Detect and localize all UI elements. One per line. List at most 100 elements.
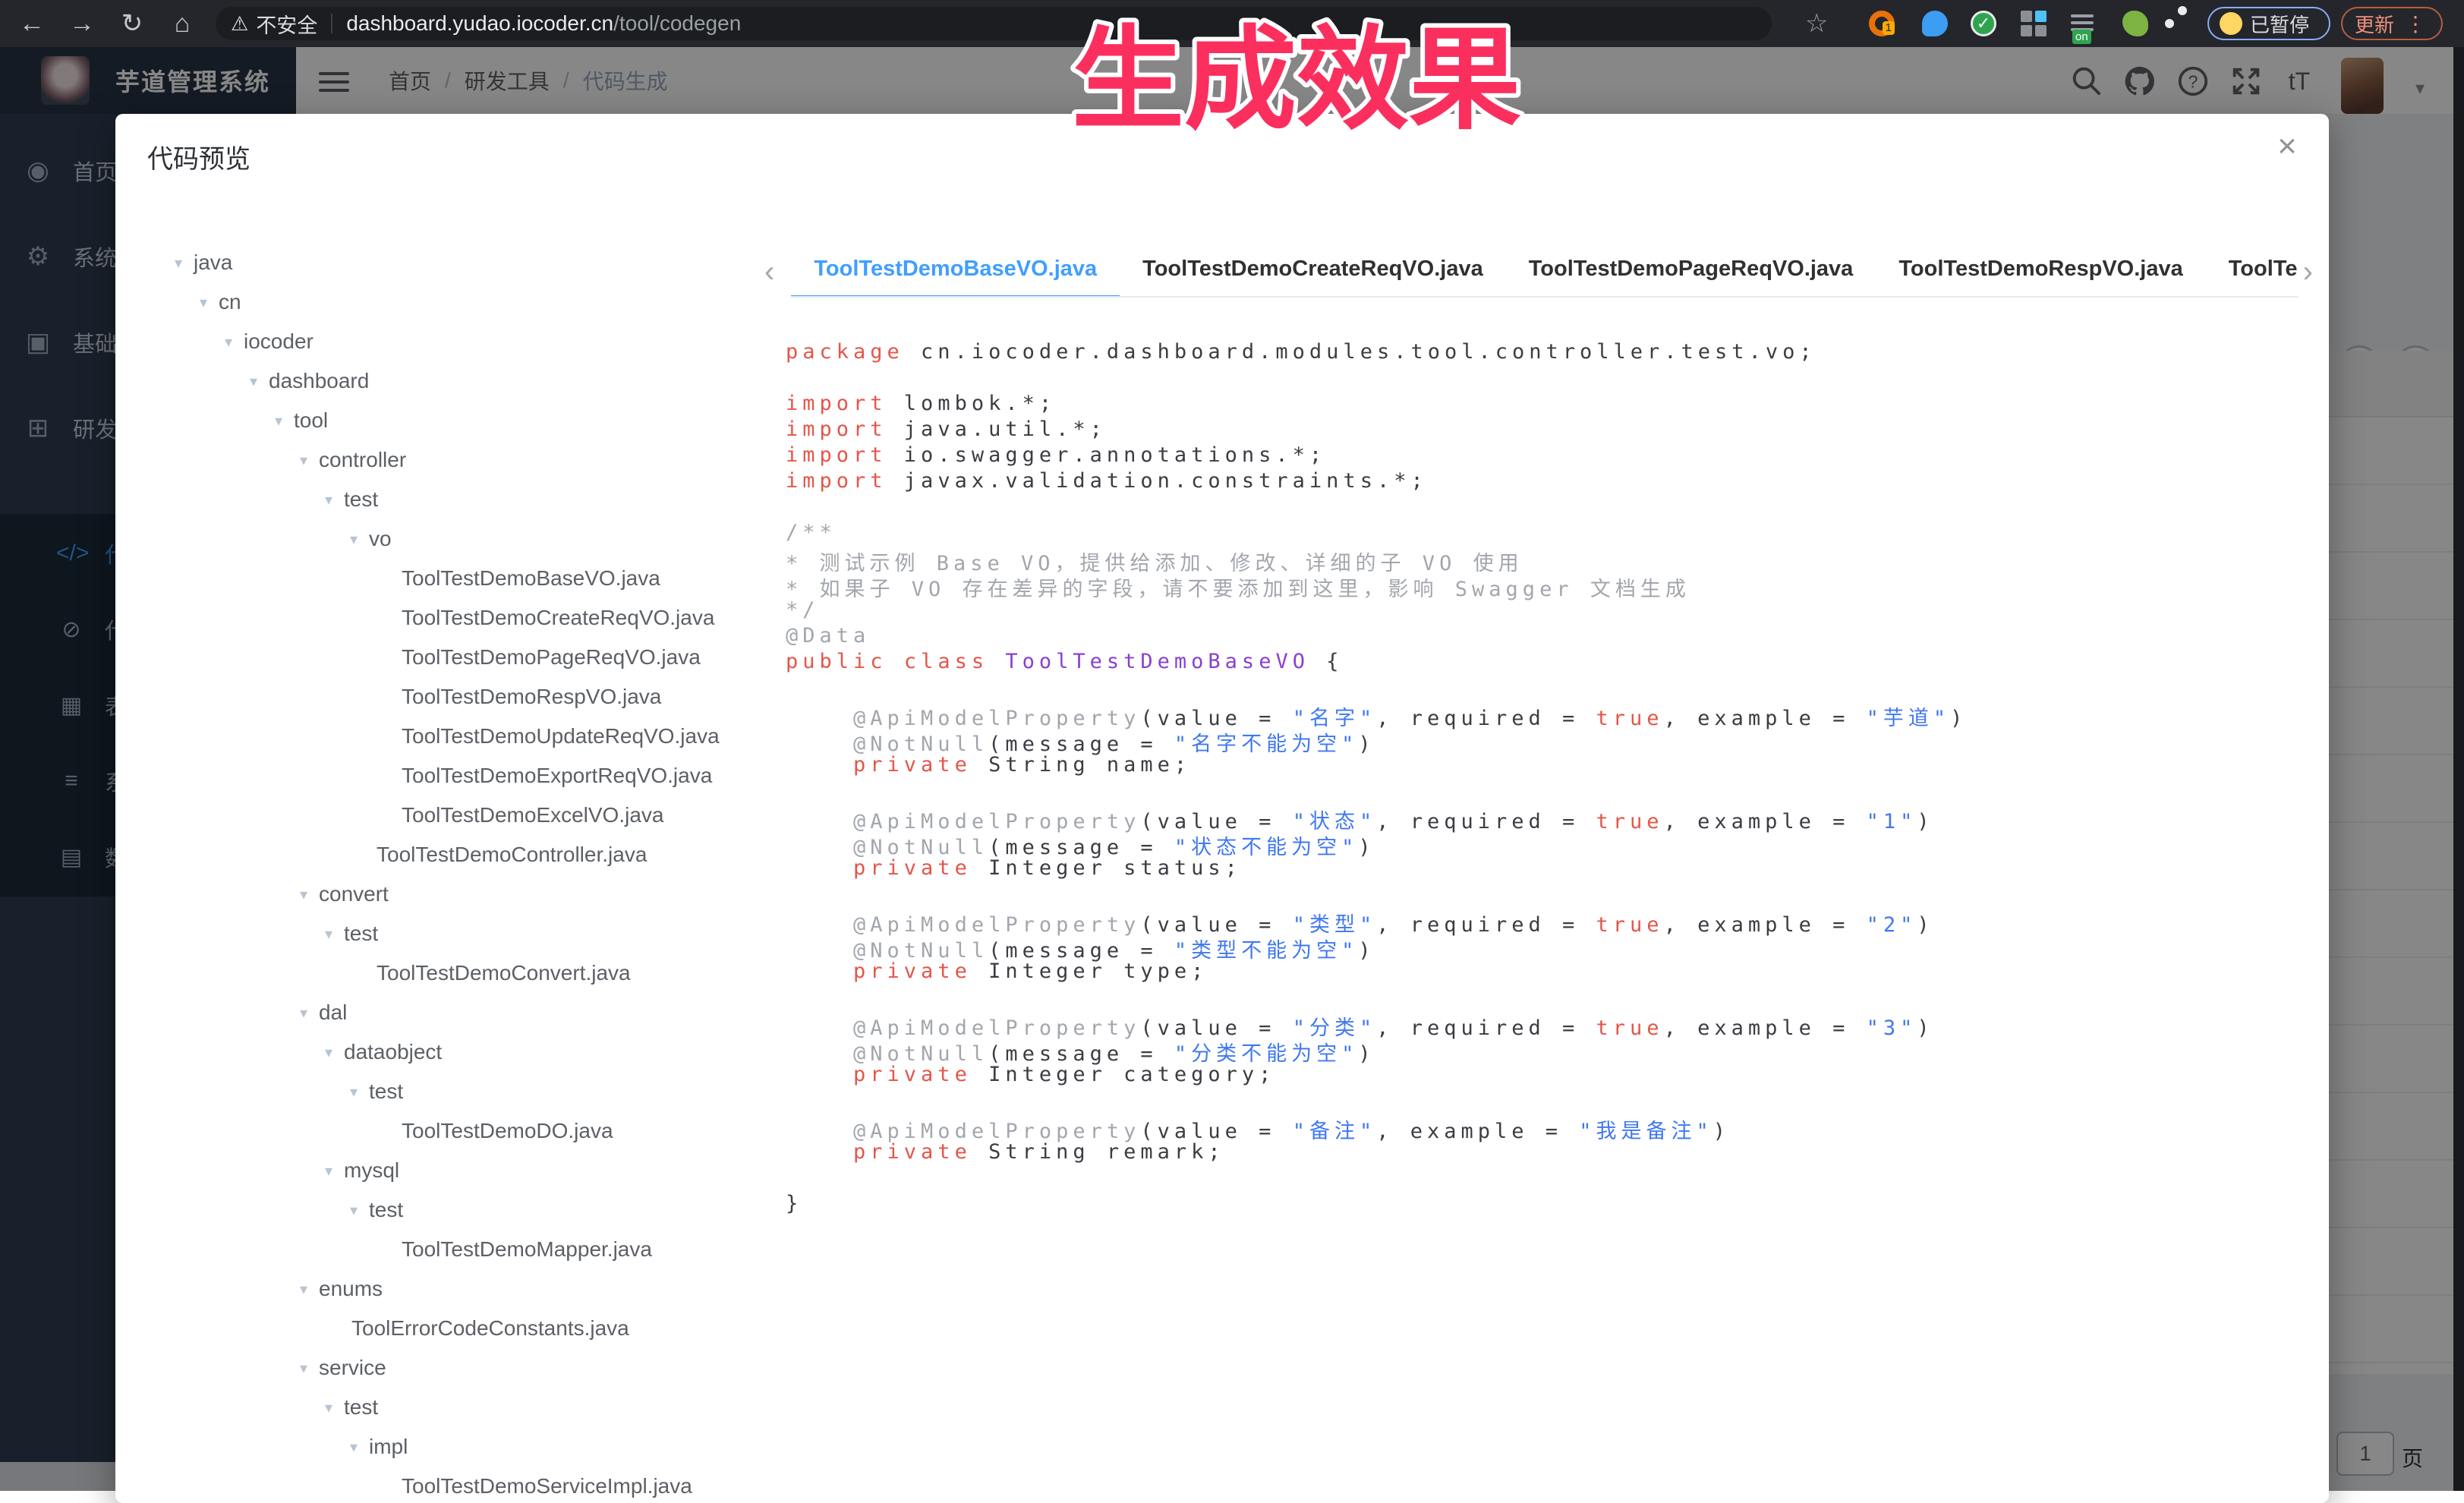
tree-folder[interactable]: ▾iocoder [175,322,759,361]
tree-file[interactable]: ToolTestDemoUpdateReqVO.java [175,717,759,756]
tree-folder[interactable]: ▾java [175,243,759,282]
tree-file[interactable]: ToolTestDemoBaseVO.java [175,559,759,598]
extension-ring-icon[interactable]: 1 [1869,11,1895,36]
code-line [786,495,2313,521]
extension-grid-icon[interactable] [2021,11,2047,36]
code-token [887,650,904,673]
tree-folder[interactable]: ▾enums [175,1269,759,1309]
tabs-scroll-left-icon[interactable]: ‹ [764,257,779,298]
tree-folder[interactable]: ▾vo [175,519,759,559]
caret-down-icon[interactable]: ▾ [350,530,369,549]
caret-down-icon[interactable]: ▾ [325,1398,344,1417]
extension-check-icon[interactable]: ✓ [1971,11,1996,36]
code-line: import lombok.*; [786,392,2313,417]
caret-down-icon[interactable]: ▾ [325,925,344,944]
paused-chip[interactable]: 已暂停 [2207,7,2330,40]
tree-folder[interactable]: ▾mysql [175,1151,759,1190]
bookmark-star-icon[interactable]: ☆ [1805,0,1828,47]
caret-down-icon[interactable]: ▾ [275,411,294,430]
browser-menu-icon[interactable]: ⋮ [2394,11,2434,36]
code-token: ) [1713,1120,1730,1143]
caret-down-icon[interactable]: ▾ [175,254,194,273]
update-label: 更新 [2355,10,2394,38]
extension-pin-icon[interactable] [1922,11,1948,36]
caret-down-icon[interactable]: ▾ [300,885,319,904]
extension-plant-icon[interactable] [2122,11,2148,36]
tree-node-label: iocoder [244,329,314,354]
forward-icon[interactable]: → [62,0,102,47]
code-token: ) [1358,733,1375,756]
tab-file[interactable]: ToolTestDemoRespVO.java [1876,249,2205,298]
tree-file[interactable]: ToolTestDemoRespVO.java [175,677,759,717]
caret-down-icon[interactable]: ▾ [200,293,219,312]
tree-file[interactable]: ToolTestDemoConvert.java [175,953,759,993]
tree-folder[interactable]: ▾controller [175,440,759,480]
tree-folder[interactable]: ▾cn [175,282,759,322]
caret-down-icon[interactable]: ▾ [300,1280,319,1299]
code-token: "备注" [1293,1120,1377,1143]
caret-down-icon[interactable]: ▾ [325,1161,344,1180]
caret-down-icon[interactable]: ▾ [250,372,269,391]
code-token: , example = [1664,913,1867,937]
tree-folder[interactable]: ▾impl [175,1427,759,1467]
caret-down-icon[interactable]: ▾ [300,1359,319,1378]
tree-file[interactable]: ToolTestDemoCreateReqVO.java [175,598,759,638]
tab-file[interactable]: ToolTe [2206,249,2299,298]
tabs-scroll-right-icon[interactable]: › [2299,257,2313,298]
tree-folder[interactable]: ▾test [175,914,759,953]
tree-folder[interactable]: ▾test [175,480,759,519]
tab-file[interactable]: ToolTestDemoPageReqVO.java [1506,249,1876,298]
tree-file[interactable]: ToolErrorCodeConstants.java [175,1309,759,1348]
tree-folder[interactable]: ▾test [175,1072,759,1111]
back-icon[interactable]: ← [12,0,52,47]
security-label[interactable]: 不安全 [256,9,317,39]
tree-file[interactable]: ToolTestDemoExportReqVO.java [175,756,759,796]
caret-down-icon[interactable]: ▾ [350,1438,369,1457]
caret-down-icon[interactable]: ▾ [325,1043,344,1062]
tree-folder[interactable]: ▾dal [175,993,759,1032]
code-token: "我是备注" [1579,1120,1713,1143]
caret-down-icon[interactable]: ▾ [300,1004,319,1022]
refresh-icon[interactable]: ↻ [112,0,152,47]
caret-down-icon[interactable]: ▾ [325,490,344,509]
code-token [786,959,853,983]
tree-node-label: ToolTestDemoBaseVO.java [402,566,660,591]
url-host[interactable]: dashboard.yudao.iocoder.cn [346,11,613,36]
tab-file[interactable]: ToolTestDemoBaseVO.java [791,249,1120,298]
caret-down-icon[interactable]: ▾ [350,1201,369,1220]
tree-node-label: test [344,487,378,512]
tree-node-label: ToolTestDemoDO.java [402,1119,613,1143]
tree-file[interactable]: ToolTestDemoMapper.java [175,1230,759,1269]
tab-file[interactable]: ToolTestDemoCreateReqVO.java [1120,249,1506,298]
tree-node-label: ToolTestDemoRespVO.java [402,685,661,709]
code-token: String remark; [972,1140,1225,1164]
code-token: public [786,650,887,673]
tree-folder[interactable]: ▾tool [175,401,759,440]
extension-list-icon[interactable]: on [2071,11,2097,36]
tree-file[interactable]: ToolTestDemoDO.java [175,1111,759,1151]
tree-file[interactable]: ToolTestDemoServiceImpl.java [175,1467,759,1503]
code-view: package cn.iocoder.dashboard.modules.too… [786,340,2313,1218]
code-line: @ApiModelProperty(value = "状态", required… [786,805,2313,830]
tree-file[interactable]: ToolTestDemoExcelVO.java [175,796,759,835]
extension-badge: 1 [1883,21,1895,35]
home-icon[interactable]: ⌂ [162,0,202,47]
tree-folder[interactable]: ▾convert [175,874,759,914]
tree-node-label: ToolTestDemoPageReqVO.java [402,645,701,670]
caret-down-icon[interactable]: ▾ [350,1082,369,1101]
code-token [786,856,853,880]
tree-folder[interactable]: ▾dashboard [175,361,759,401]
tree-folder[interactable]: ▾test [175,1388,759,1427]
caret-down-icon[interactable]: ▾ [300,451,319,470]
tree-folder[interactable]: ▾service [175,1348,759,1388]
tree-folder[interactable]: ▾dataobject [175,1032,759,1072]
update-button[interactable]: 更新 ⋮ [2341,7,2443,40]
caret-down-icon[interactable]: ▾ [225,332,244,351]
tree-file[interactable]: ToolTestDemoPageReqVO.java [175,638,759,677]
url-path[interactable]: /tool/codegen [613,11,741,36]
not-secure-icon[interactable]: ⚠ [231,12,248,36]
tree-folder[interactable]: ▾test [175,1190,759,1230]
tree-node-label: tool [294,408,328,433]
close-icon[interactable]: × [2268,128,2306,165]
tree-file[interactable]: ToolTestDemoController.java [175,835,759,874]
